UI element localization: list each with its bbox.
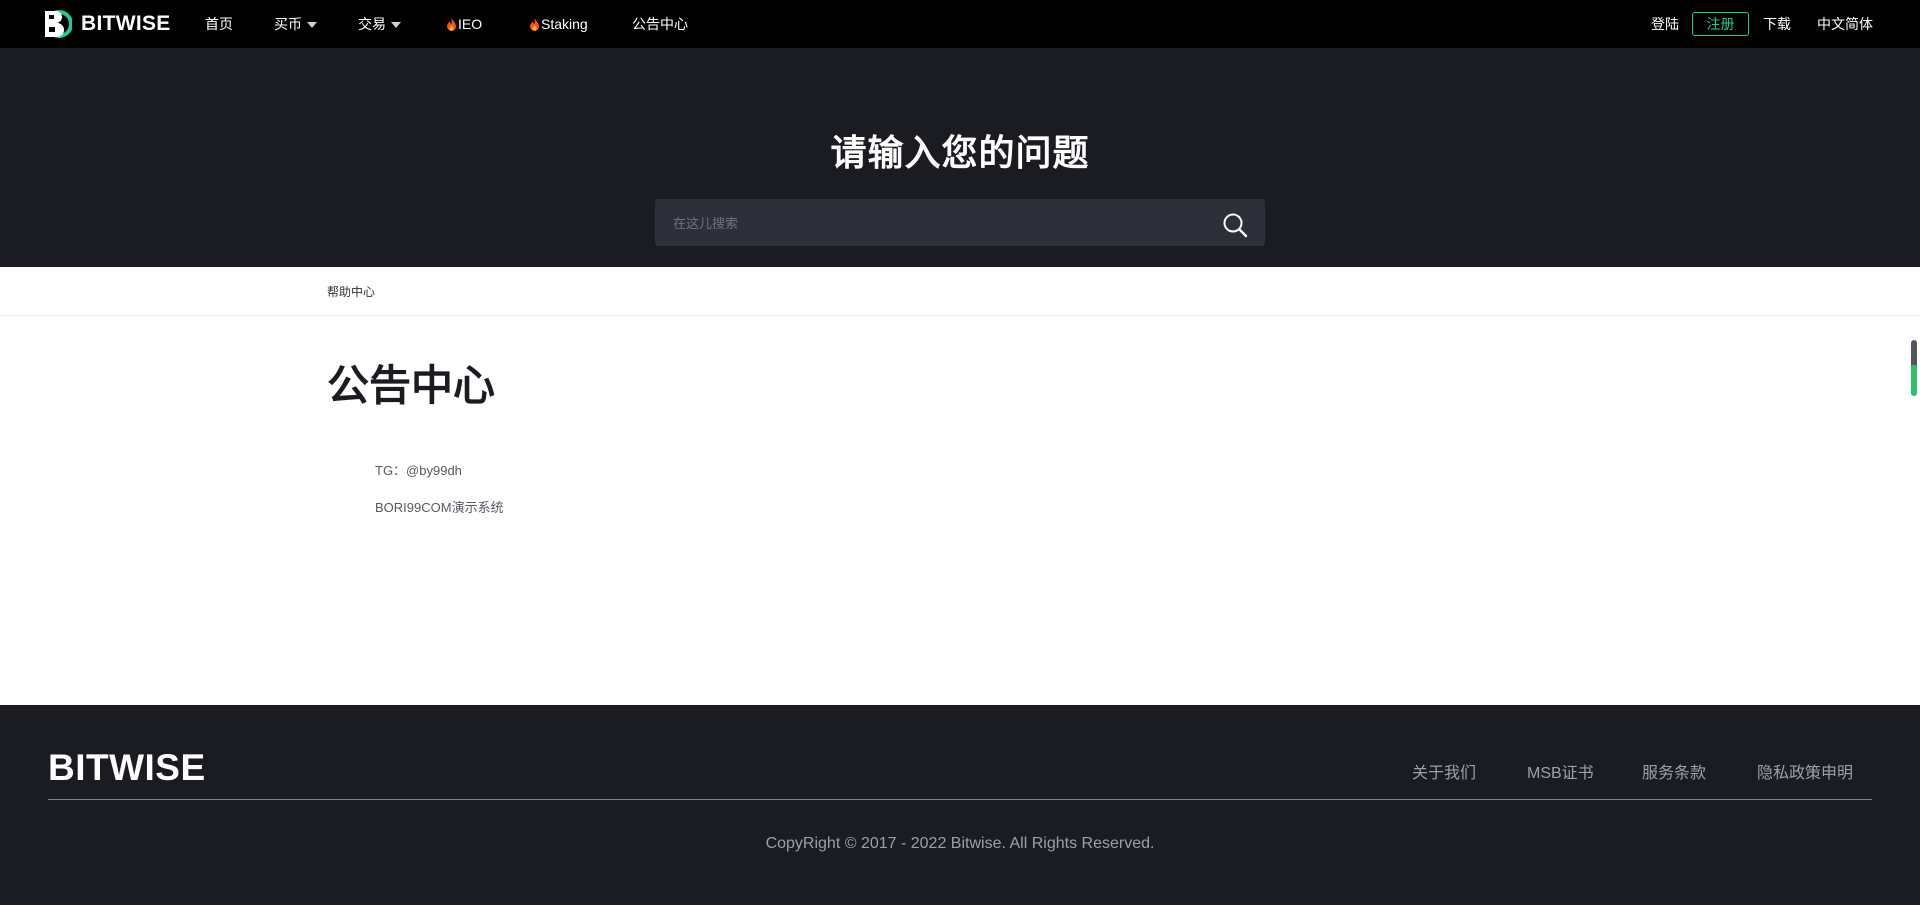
top-navbar: BITWISE 首页 买币 交易 IEO Staking 公告中心 登陆 注册 … bbox=[0, 0, 1920, 48]
download-label: 下载 bbox=[1763, 16, 1791, 32]
language-label: 中文简体 bbox=[1817, 16, 1873, 32]
login-link[interactable]: 登陆 bbox=[1651, 0, 1679, 48]
search-box bbox=[655, 199, 1265, 248]
nav-buy-label: 买币 bbox=[274, 16, 302, 32]
download-link[interactable]: 下载 bbox=[1763, 0, 1791, 48]
register-button[interactable]: 注册 bbox=[1692, 12, 1749, 36]
footer-link-terms[interactable]: 服务条款 bbox=[1642, 759, 1706, 783]
login-label: 登陆 bbox=[1651, 16, 1679, 32]
fire-icon bbox=[530, 17, 539, 31]
nav-home[interactable]: 首页 bbox=[205, 0, 233, 48]
footer-divider bbox=[48, 799, 1872, 800]
chevron-down-icon bbox=[307, 22, 317, 28]
footer: BITWISE 关于我们 MSB证书 服务条款 隐私政策申明 CopyRight… bbox=[0, 705, 1920, 905]
content-line-tg: TG：@by99dh bbox=[375, 463, 462, 478]
nav-ieo[interactable]: IEO bbox=[447, 0, 482, 48]
nav-buy-menu[interactable]: 买币 bbox=[274, 0, 317, 48]
chevron-down-icon bbox=[391, 22, 401, 28]
content-line-demo: BORI99COM演示系统 bbox=[375, 500, 504, 515]
brand-logo[interactable]: BITWISE bbox=[42, 8, 171, 40]
breadcrumb-help-center[interactable]: 帮助中心 bbox=[327, 283, 375, 300]
hero-banner: 请输入您的问题 bbox=[0, 48, 1920, 267]
nav-trade-menu[interactable]: 交易 bbox=[358, 0, 401, 48]
breadcrumb-bar: 帮助中心 bbox=[0, 267, 1920, 316]
bitwise-logo-icon bbox=[45, 10, 72, 38]
footer-logo: BITWISE bbox=[48, 747, 206, 788]
fire-icon bbox=[447, 17, 456, 31]
copyright-text: CopyRight © 2017 - 2022 Bitwise. All Rig… bbox=[765, 835, 1155, 852]
nav-announcements-label: 公告中心 bbox=[632, 16, 688, 32]
search-icon[interactable] bbox=[1222, 212, 1248, 238]
page-title: 公告中心 bbox=[327, 362, 496, 409]
footer-link-privacy[interactable]: 隐私政策申明 bbox=[1757, 759, 1853, 783]
nav-staking[interactable]: Staking bbox=[530, 0, 588, 48]
nav-ieo-label: IEO bbox=[458, 16, 483, 32]
brand-name: BITWISE bbox=[81, 12, 171, 35]
scrollbar-thumb[interactable] bbox=[1911, 340, 1917, 396]
nav-trade-label: 交易 bbox=[358, 16, 386, 32]
footer-link-about[interactable]: 关于我们 bbox=[1412, 759, 1476, 783]
nav-staking-label: Staking bbox=[541, 16, 588, 32]
footer-link-msb[interactable]: MSB证书 bbox=[1527, 759, 1594, 783]
search-input[interactable] bbox=[671, 199, 1215, 248]
language-selector[interactable]: 中文简体 bbox=[1817, 0, 1873, 48]
nav-home-label: 首页 bbox=[205, 16, 233, 32]
nav-announcements[interactable]: 公告中心 bbox=[632, 0, 688, 48]
hero-title: 请输入您的问题 bbox=[830, 132, 1090, 173]
